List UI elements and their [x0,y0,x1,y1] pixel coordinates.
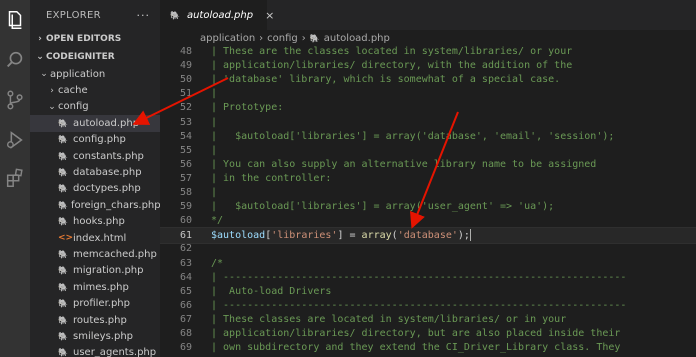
breadcrumb-item[interactable]: config [267,33,298,44]
tree-item-label: smileys.php [73,330,133,342]
php-file-icon: 🐘 [58,282,68,292]
editor-area: 🐘 autoload.php × application › config › … [160,0,696,357]
chevron-down-icon: ⌄ [48,101,56,112]
code-token: ); [457,230,470,242]
code-line: 69 | own subdirectory and they extend the… [160,340,696,356]
project-label: CODEIGNITER [46,52,115,62]
tab-autoload[interactable]: 🐘 autoload.php × [160,0,274,30]
php-file-icon: 🐘 [58,315,68,325]
tree-item[interactable]: 🐘 mimes.php [30,279,160,295]
breadcrumb-item[interactable]: autoload.php [324,33,390,44]
tree-item[interactable]: 🐘 routes.php [30,312,160,328]
php-file-icon: 🐘 [170,11,180,20]
chevron-right-icon: › [38,34,42,44]
tree-item[interactable]: 🐘 user_agents.php [30,345,160,357]
tree-item-label: doctypes.php [73,183,141,195]
tree-item-label: foreign_chars.php [70,199,160,211]
tree-item[interactable]: 🐘 migration.php [30,263,160,279]
activity-bar [0,0,30,357]
tree-item[interactable]: 🐘 hooks.php [30,214,160,230]
project-section[interactable]: ⌄ CODEIGNITER [30,48,160,66]
tree-item[interactable]: 🐘 config.php [30,132,160,148]
php-file-icon: 🐘 [58,200,68,210]
source-control-icon[interactable] [3,88,27,112]
code-token: array [361,230,392,242]
php-file-icon: 🐘 [58,184,68,194]
chevron-right-icon: › [301,32,306,44]
tree-item-label: migration.php [73,265,144,277]
tree-item-label: autoload.php [73,117,140,129]
php-file-icon: 🐘 [58,348,68,357]
close-icon[interactable]: × [265,9,274,22]
tree-item-label: user_agents.php [73,347,157,357]
file-tree: ⌄ application › cache ⌄ config 🐘 autoload.php 🐘 c… [30,66,160,357]
line-number: 69 [179,342,192,354]
tree-item-label: database.php [73,167,142,179]
tab-bar: 🐘 autoload.php × [160,0,696,30]
extensions-icon[interactable] [3,166,27,190]
php-file-icon: 🐘 [58,266,68,276]
php-file-icon: 🐘 [58,151,68,161]
php-file-icon: 🐘 [309,33,320,43]
tree-item[interactable]: 🐘 profiler.php [30,295,160,311]
breadcrumb-item[interactable]: application [200,33,255,44]
tree-item-label: mimes.php [73,281,129,293]
tree-item[interactable]: 🐘 memcached.php [30,246,160,262]
tree-item[interactable]: 🐘 database.php [30,164,160,180]
tree-item[interactable]: 🐘 autoload.php [30,115,160,132]
explorer-sidebar: EXPLORER ··· › OPEN EDITORS ⌄ CODEIGNITE… [30,0,160,357]
chevron-down-icon: ⌄ [40,69,48,80]
tree-item[interactable]: ⌄ application [30,66,160,82]
code-editor[interactable]: 48 | These are the classes located in sys… [160,44,696,357]
code-token: 'database' [397,230,458,242]
chevron-right-icon: › [259,32,264,44]
code-token: = [343,230,362,242]
tree-item-label: constants.php [73,150,144,162]
php-file-icon: 🐘 [58,299,68,309]
php-file-icon: 🐘 [58,217,68,227]
php-file-icon: 🐘 [58,249,68,259]
code-token: 'libraries' [271,230,338,242]
files-icon[interactable] [3,8,27,32]
chevron-right-icon: › [50,85,54,96]
tab-label: autoload.php [186,10,254,21]
tree-item-label: hooks.php [73,216,125,228]
tree-item[interactable]: <> index.html [30,230,160,246]
more-actions-icon[interactable]: ··· [137,9,151,22]
search-icon[interactable] [3,48,27,72]
run-debug-icon[interactable] [3,128,27,152]
explorer-title: EXPLORER [46,9,101,21]
code-token: $autoload [211,230,266,242]
php-file-icon: 🐘 [58,135,68,145]
code-comment: | own subdirectory and they extend the C… [211,342,621,354]
php-file-icon: 🐘 [58,118,68,128]
tree-item-label: index.html [73,232,127,244]
tree-item[interactable]: 🐘 smileys.php [30,328,160,344]
tree-item[interactable]: ⌄ config [30,99,160,115]
php-file-icon: 🐘 [58,168,68,178]
explorer-header: EXPLORER ··· [30,0,160,30]
tree-item-label: memcached.php [73,248,157,260]
tree-item[interactable]: 🐘 constants.php [30,148,160,164]
text-cursor [469,229,471,242]
tree-item-label: config [58,101,89,113]
tree-item[interactable]: 🐘 foreign_chars.php [30,197,160,213]
tree-item-label: cache [58,85,88,97]
tree-item-label: config.php [73,134,126,146]
open-editors-label: OPEN EDITORS [46,34,122,44]
tree-item[interactable]: 🐘 doctypes.php [30,181,160,197]
php-file-icon: 🐘 [58,331,68,341]
tree-item-label: profiler.php [73,298,130,310]
chevron-down-icon: ⌄ [36,52,44,62]
html-file-icon: <> [58,233,74,244]
open-editors-section[interactable]: › OPEN EDITORS [30,30,160,48]
tree-item-label: routes.php [73,314,127,326]
tree-item[interactable]: › cache [30,82,160,98]
tree-item-label: application [50,68,106,80]
